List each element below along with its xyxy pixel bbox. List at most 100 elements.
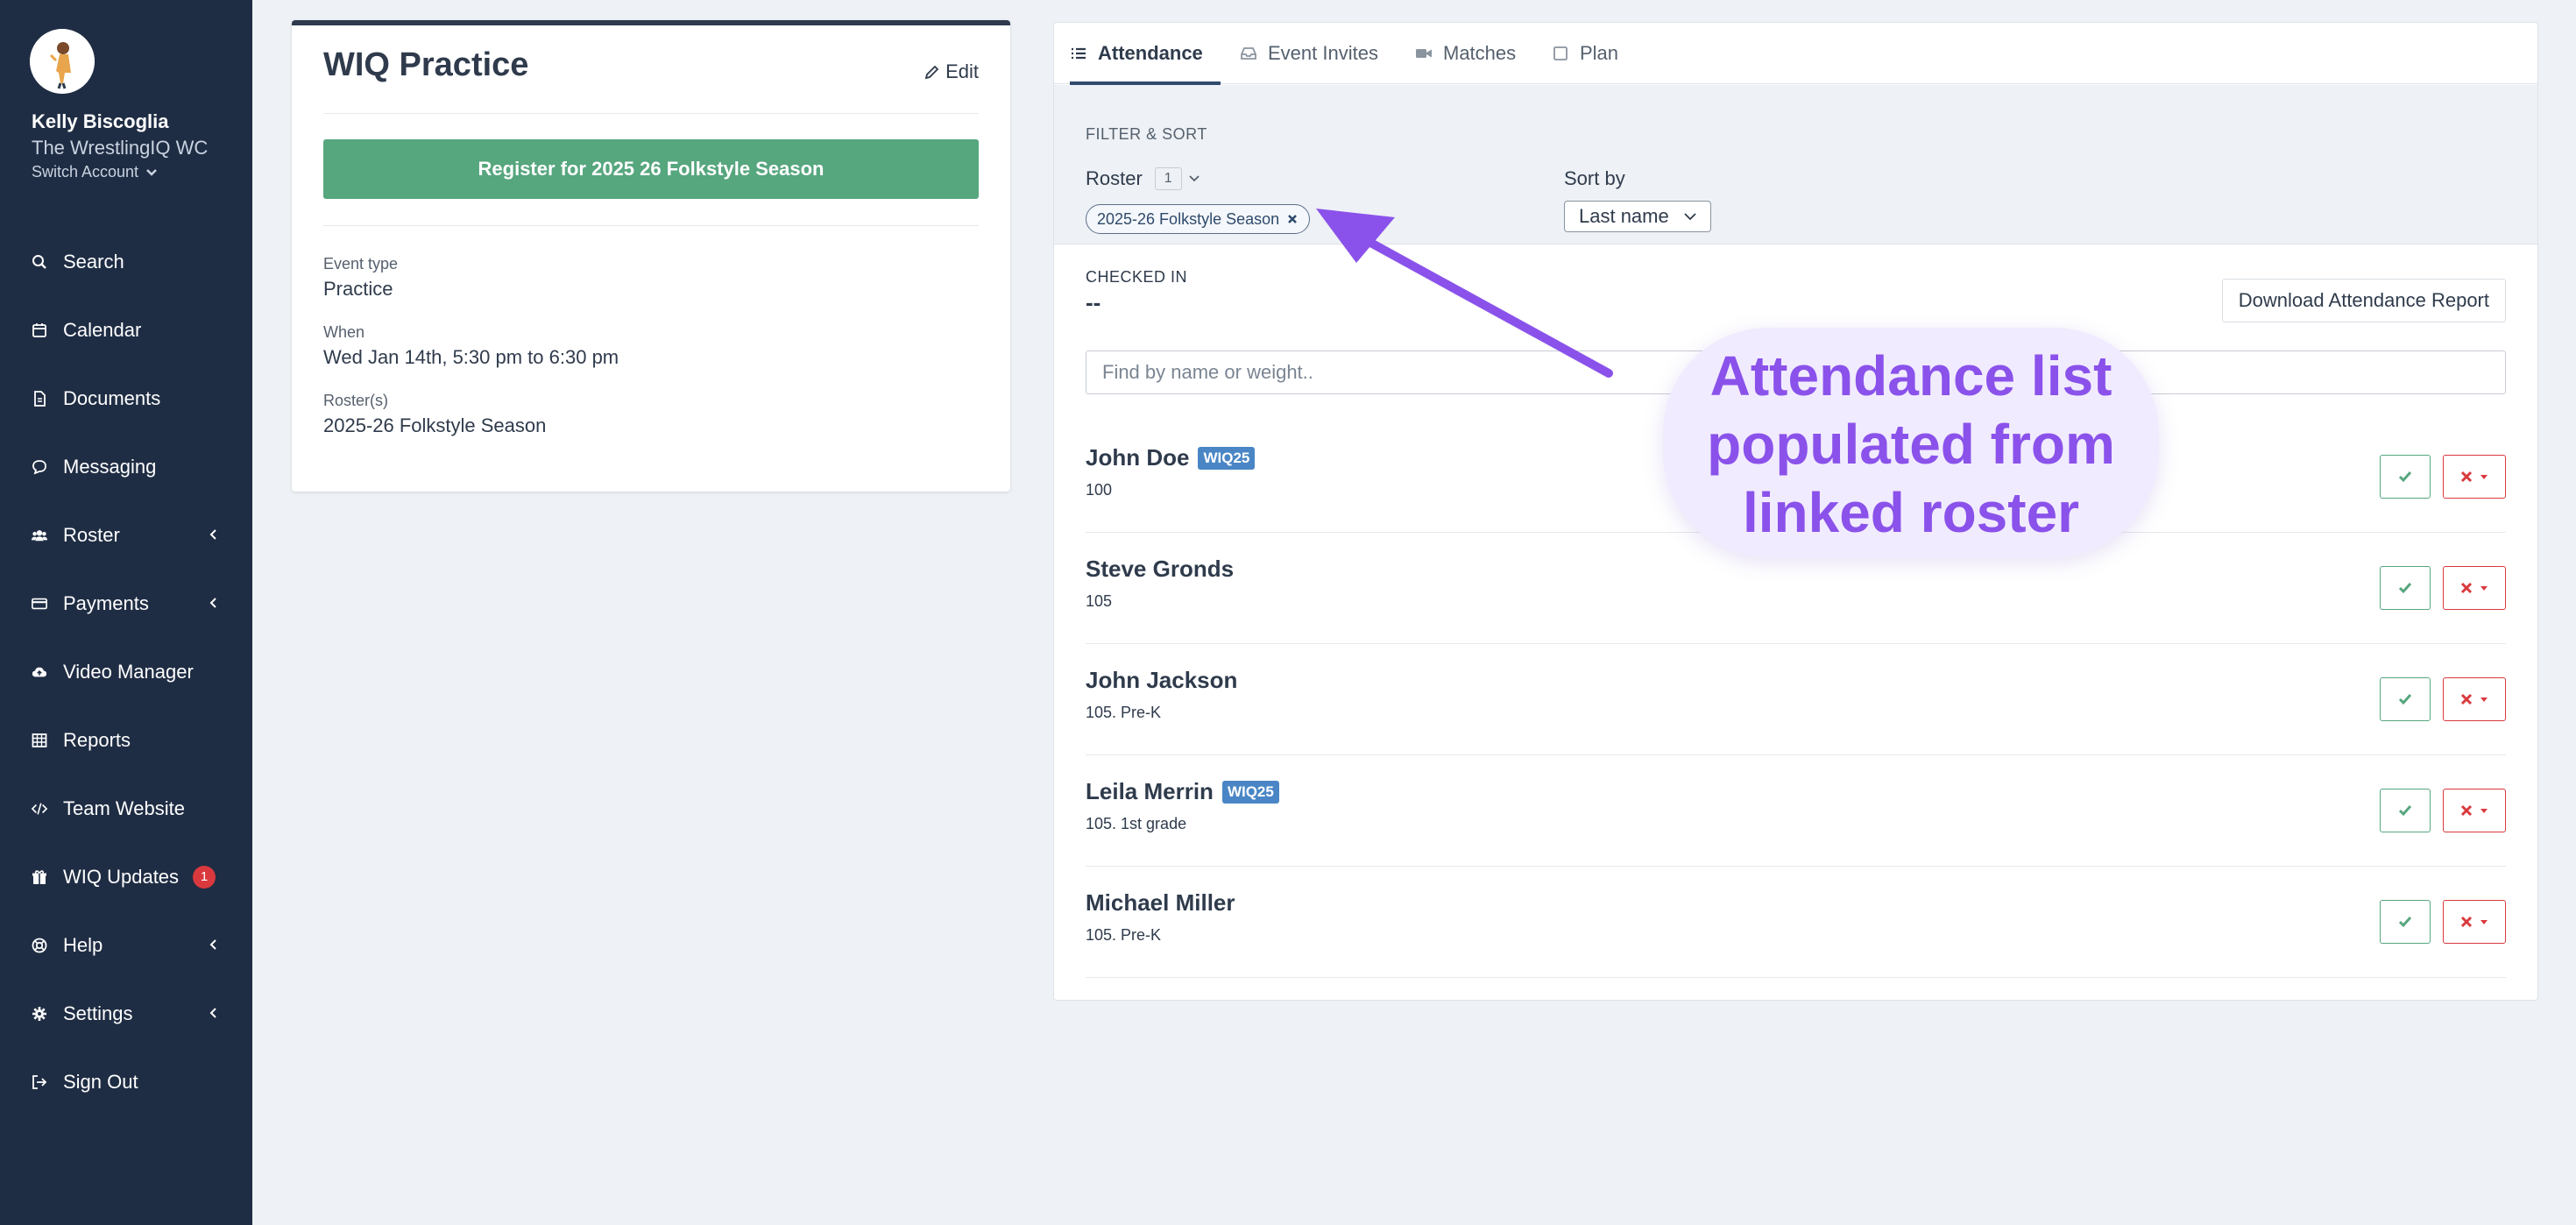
mark-absent-dropdown[interactable]: [2443, 900, 2506, 944]
roster-label: Roster: [1086, 167, 1143, 189]
pencil-icon: [924, 65, 939, 80]
close-icon: [2460, 804, 2473, 817]
tab-matches[interactable]: Matches: [1415, 23, 1516, 84]
remove-tag-icon[interactable]: [1286, 213, 1299, 225]
roster-filter-tag: 2025-26 Folkstyle Season: [1086, 204, 1311, 234]
sidebar-item-team-website[interactable]: Team Website: [0, 775, 252, 843]
sidebar-item-sign-out[interactable]: Sign Out: [0, 1048, 252, 1116]
chevron-left-icon: [209, 1008, 216, 1018]
tab-event-invites[interactable]: Event Invites: [1240, 23, 1378, 84]
sidebar-item-roster[interactable]: Roster: [0, 501, 252, 570]
annotation-text: Attendance list populated from linked ro…: [1663, 342, 2159, 547]
divider: [323, 225, 979, 226]
cloud-upload-icon: [32, 664, 63, 680]
tab-label: Plan: [1580, 42, 1619, 64]
lifebuoy-icon: [32, 938, 63, 953]
caret-down-icon: [2480, 586, 2488, 591]
mark-absent-dropdown[interactable]: [2443, 789, 2506, 832]
calendar-icon: [32, 322, 63, 338]
close-icon: [2460, 582, 2473, 594]
register-button[interactable]: Register for 2025 26 Folkstyle Season: [323, 139, 979, 199]
checked-in-label: CHECKED IN: [1086, 268, 1188, 286]
inbox-icon: [1241, 47, 1256, 60]
annotation-line: populated from: [1707, 413, 2115, 476]
athlete-name[interactable]: John Jackson: [1086, 667, 1237, 694]
sidebar-item-calendar[interactable]: Calendar: [0, 296, 252, 365]
check-in-button[interactable]: [2380, 566, 2431, 610]
check-icon: [2398, 917, 2412, 928]
check-in-button[interactable]: [2380, 677, 2431, 721]
sidebar: Kelly Biscoglia The WrestlingIQ WC Switc…: [0, 0, 252, 1225]
tab-plan[interactable]: Plan: [1552, 23, 1618, 84]
tab-label: Attendance: [1098, 42, 1203, 64]
download-attendance-button[interactable]: Download Attendance Report: [2221, 279, 2506, 322]
athlete-name-group: Michael Miller: [1086, 889, 1235, 917]
sidebar-item-settings[interactable]: Settings: [0, 980, 252, 1048]
athlete-name-group: Leila Merrin WIQ25: [1086, 778, 1279, 805]
athlete-name[interactable]: Michael Miller: [1086, 889, 1235, 917]
sidebar-item-video-manager[interactable]: Video Manager: [0, 638, 252, 706]
sidebar-item-label: Team Website: [63, 797, 185, 819]
sidebar-item-help[interactable]: Help: [0, 911, 252, 980]
sidebar-item-search[interactable]: Search: [0, 228, 252, 296]
table-icon: [32, 733, 63, 748]
athlete-tag: WIQ25: [1221, 780, 1279, 804]
check-in-button[interactable]: [2380, 789, 2431, 832]
edit-button[interactable]: Edit: [924, 60, 979, 83]
sidebar-item-wiq-updates[interactable]: WIQ Updates 1: [0, 843, 252, 911]
check-icon: [2398, 471, 2412, 483]
caret-down-icon: [2480, 697, 2488, 702]
roster-filter-toggle[interactable]: Roster 1: [1086, 167, 1201, 190]
roster-count: 1: [1154, 167, 1182, 190]
sidebar-item-payments[interactable]: Payments: [0, 570, 252, 638]
sidebar-item-label: Roster: [63, 524, 120, 546]
filter-heading: FILTER & SORT: [1086, 125, 1207, 143]
tab-bar: Attendance Event Invites Matches Plan: [1054, 23, 2537, 85]
edit-label: Edit: [945, 60, 979, 82]
table-row: John Jackson 105. Pre-K: [1086, 644, 2506, 755]
check-icon: [2398, 583, 2412, 594]
athlete-name[interactable]: Steve Gronds: [1086, 556, 1234, 583]
athlete-weight: 105: [1086, 592, 1113, 610]
avatar[interactable]: [30, 29, 95, 94]
athlete-weight: 105. Pre-K: [1086, 704, 1162, 721]
sidebar-item-label: Messaging: [63, 456, 157, 478]
caret-down-icon: [2480, 809, 2488, 813]
check-in-button[interactable]: [2380, 455, 2431, 499]
athlete-weight: 105. 1st grade: [1086, 815, 1187, 832]
document-icon: [32, 391, 63, 407]
code-icon: [32, 801, 63, 817]
athlete-name[interactable]: Leila Merrin: [1086, 778, 1214, 805]
team-name: The WrestlingIQ WC: [32, 137, 209, 159]
event-type-value: Practice: [323, 278, 393, 300]
tab-attendance[interactable]: Attendance: [1070, 23, 1221, 85]
event-type-label: Event type: [323, 255, 399, 273]
sidebar-item-label: Help: [63, 934, 103, 956]
check-in-button[interactable]: [2380, 900, 2431, 944]
close-icon: [2460, 916, 2473, 928]
athlete-weight: 105. Pre-K: [1086, 926, 1162, 944]
sort-select[interactable]: Last name: [1564, 201, 1711, 232]
mark-absent-dropdown[interactable]: [2443, 455, 2506, 499]
sidebar-item-label: Documents: [63, 387, 161, 409]
sidebar-item-messaging[interactable]: Messaging: [0, 433, 252, 501]
rosters-value: 2025-26 Folkstyle Season: [323, 414, 547, 436]
sidebar-item-label: Reports: [63, 729, 131, 751]
sidebar-item-documents[interactable]: Documents: [0, 365, 252, 433]
mark-absent-dropdown[interactable]: [2443, 677, 2506, 721]
roster-count-group: 1: [1154, 167, 1201, 190]
athlete-name-group: Steve Gronds: [1086, 556, 1234, 583]
check-icon: [2398, 694, 2412, 705]
rosters-label: Roster(s): [323, 392, 389, 409]
gift-icon: [32, 869, 63, 885]
athlete-name[interactable]: John Doe: [1086, 444, 1189, 471]
checkbox-icon: [1553, 46, 1568, 60]
switch-account-link[interactable]: Switch Account: [32, 163, 158, 181]
roster-tag-label: 2025-26 Folkstyle Season: [1097, 209, 1280, 228]
annotation-line: Attendance list: [1709, 344, 2112, 407]
athlete-weight: 100: [1086, 481, 1113, 499]
users-icon: [32, 528, 63, 543]
sidebar-item-reports[interactable]: Reports: [0, 706, 252, 775]
mark-absent-dropdown[interactable]: [2443, 566, 2506, 610]
divider: [323, 113, 979, 114]
